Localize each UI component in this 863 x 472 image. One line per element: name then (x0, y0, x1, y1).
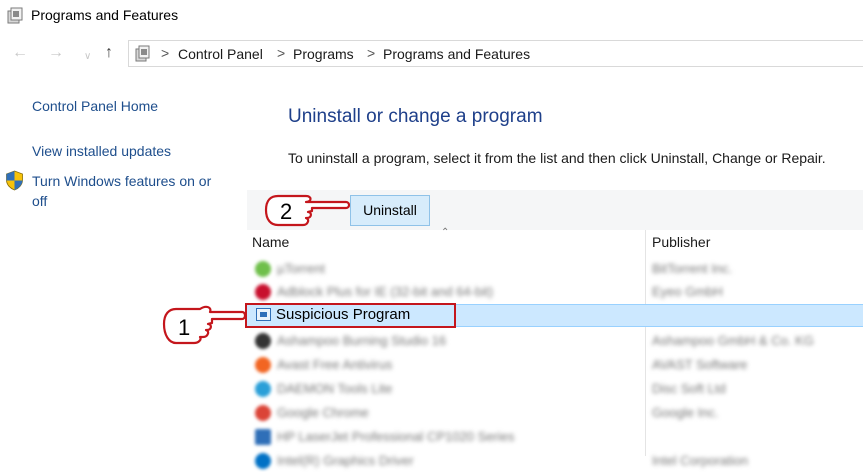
breadcrumb-separator-icon[interactable]: > (367, 45, 375, 61)
highlight-box-1 (245, 303, 456, 328)
page-title: Uninstall or change a program (288, 106, 543, 127)
programs-features-icon (7, 7, 23, 24)
program-name: µTorrent (277, 261, 325, 276)
table-row[interactable]: HP LaserJet Professional CP1020 Series (247, 426, 863, 448)
breadcrumb-programs-and-features[interactable]: Programs and Features (383, 46, 530, 62)
page-description: To uninstall a program, select it from t… (288, 150, 826, 166)
program-publisher: BitTorrent Inc. (652, 261, 733, 276)
shield-icon (6, 170, 23, 191)
table-row[interactable]: Adblock Plus for IE (32-bit and 64-bit) … (247, 281, 863, 303)
avast-icon (255, 357, 271, 373)
intel-icon (255, 453, 271, 469)
table-row[interactable]: Avast Free Antivirus AVAST Software (247, 354, 863, 376)
uninstall-button[interactable]: Uninstall (350, 195, 430, 226)
table-row[interactable]: Intel(R) Graphics Driver Intel Corporati… (247, 450, 863, 472)
breadcrumb-separator-icon[interactable]: > (161, 45, 169, 61)
table-row[interactable]: DAEMON Tools Lite Disc Soft Ltd (247, 378, 863, 400)
sort-ascending-icon: ⌃ (441, 227, 450, 238)
callout-2-pointing-hand-icon: 2 (264, 194, 350, 227)
sidebar-item-control-panel-home[interactable]: Control Panel Home (32, 96, 158, 116)
sidebar-item-view-installed-updates[interactable]: View installed updates (32, 141, 171, 161)
recent-locations-chevron-icon[interactable]: ∨ (84, 48, 91, 66)
program-publisher: Intel Corporation (652, 453, 749, 468)
program-publisher: AVAST Software (652, 357, 748, 372)
control-panel-icon (135, 45, 150, 62)
title-bar: Programs and Features (0, 0, 863, 32)
program-publisher: Google Inc. (652, 405, 719, 420)
adblock-icon (255, 284, 271, 300)
window-title: Programs and Features (31, 7, 179, 23)
table-row[interactable]: Google Chrome Google Inc. (247, 402, 863, 424)
program-publisher: Disc Soft Ltd (652, 381, 726, 396)
sidebar-item-windows-features-continued[interactable]: off (32, 191, 47, 211)
program-name: DAEMON Tools Lite (277, 381, 393, 396)
program-name: HP LaserJet Professional CP1020 Series (277, 429, 515, 444)
program-publisher: Ashampoo GmbH & Co. KG (652, 333, 814, 348)
breadcrumb-separator-icon[interactable]: > (277, 45, 285, 61)
program-publisher: Eyeo GmbH (652, 284, 723, 299)
column-header-publisher[interactable]: Publisher (652, 234, 710, 250)
daemon-icon (255, 381, 271, 397)
table-row[interactable]: Ashampoo Burning Studio 16 Ashampoo GmbH… (247, 330, 863, 352)
callout-1-number: 1 (178, 315, 190, 340)
ashampoo-icon (255, 333, 271, 349)
printer-icon (255, 429, 271, 445)
forward-arrow-icon[interactable]: → (48, 44, 64, 62)
up-arrow-icon[interactable]: ↑ (105, 44, 113, 62)
breadcrumb-control-panel[interactable]: Control Panel (178, 46, 263, 62)
column-header-name[interactable]: Name (252, 234, 289, 250)
program-name: Ashampoo Burning Studio 16 (277, 333, 447, 348)
chrome-icon (255, 405, 271, 421)
sidebar-item-windows-features[interactable]: Turn Windows features on or (32, 171, 211, 191)
program-name: Intel(R) Graphics Driver (277, 453, 414, 468)
table-row[interactable]: µTorrent BitTorrent Inc. (247, 258, 863, 280)
program-name: Avast Free Antivirus (277, 357, 393, 372)
program-name: Adblock Plus for IE (32-bit and 64-bit) (277, 284, 494, 299)
callout-1-pointing-hand-icon: 1 (162, 305, 246, 345)
back-arrow-icon[interactable]: ← (12, 44, 28, 62)
breadcrumb-programs[interactable]: Programs (293, 46, 354, 62)
utorrent-icon (255, 261, 271, 277)
callout-2-number: 2 (280, 199, 292, 224)
program-name: Google Chrome (277, 405, 369, 420)
